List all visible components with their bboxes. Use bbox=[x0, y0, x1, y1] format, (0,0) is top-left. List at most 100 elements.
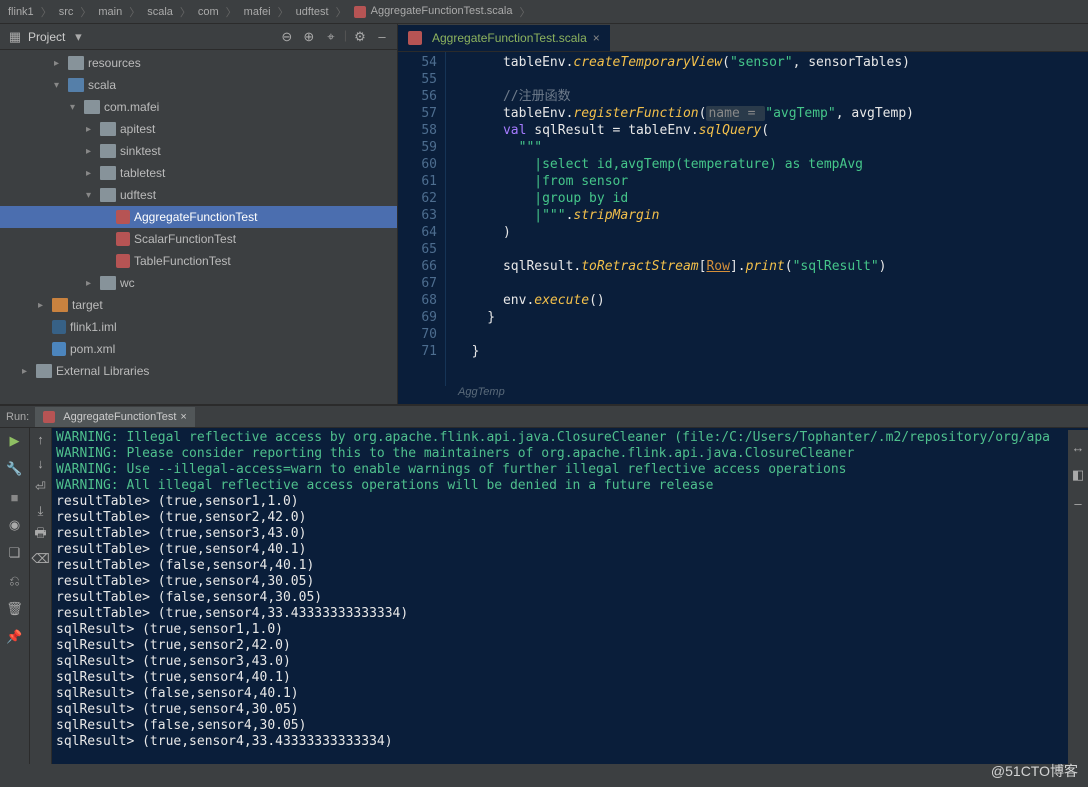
project-tree[interactable]: resourcesscalacom.mafeiapitestsinktestta… bbox=[0, 50, 397, 404]
breadcrumb-segment[interactable]: udftest bbox=[294, 6, 331, 18]
down-icon[interactable]: ↓ bbox=[32, 454, 50, 472]
tree-arrow-icon[interactable] bbox=[86, 168, 100, 179]
tree-item[interactable]: pom.xml bbox=[0, 338, 397, 360]
folder-icon bbox=[100, 276, 116, 290]
scala-file-icon bbox=[116, 210, 130, 224]
iml-file-icon bbox=[52, 320, 66, 334]
layout-icon[interactable]: ❏ bbox=[4, 542, 26, 564]
run-toolbar: ▶ 🔧 ■ ◉ ❏ ⎌ 🗑 📌 bbox=[0, 428, 30, 764]
editor-tab[interactable]: AggregateFunctionTest.scala × bbox=[398, 25, 610, 51]
tree-item[interactable]: ScalarFunctionTest bbox=[0, 228, 397, 250]
scroll-end-icon[interactable]: ⤓ bbox=[32, 502, 50, 520]
tree-item[interactable]: flink1.iml bbox=[0, 316, 397, 338]
folder-icon bbox=[68, 56, 84, 70]
tree-item[interactable]: tabletest bbox=[0, 162, 397, 184]
breadcrumb-segment[interactable]: AggregateFunctionTest.scala bbox=[352, 5, 515, 17]
console-line: WARNING: Use --illegal-access=warn to en… bbox=[56, 462, 1084, 478]
breadcrumb[interactable]: flink1〉src〉main〉scala〉com〉mafei〉udftest〉… bbox=[0, 0, 1088, 24]
folder-icon bbox=[36, 364, 52, 378]
tree-item-label: AggregateFunctionTest bbox=[134, 210, 257, 224]
scala-file-icon bbox=[43, 411, 55, 423]
chevron-down-icon[interactable]: ▾ bbox=[69, 28, 87, 46]
tree-arrow-icon[interactable] bbox=[22, 366, 36, 377]
clear-icon[interactable]: ⌫ bbox=[32, 550, 50, 568]
folder-icon bbox=[100, 188, 116, 202]
print-icon[interactable]: 🖶 bbox=[32, 526, 50, 544]
tree-arrow-icon[interactable] bbox=[54, 80, 68, 91]
console-output[interactable]: WARNING: Illegal reflective access by or… bbox=[52, 428, 1088, 764]
console-line: resultTable> (false,sensor4,40.1) bbox=[56, 558, 1084, 574]
tree-item[interactable]: resources bbox=[0, 52, 397, 74]
hide-icon[interactable]: – bbox=[1069, 494, 1087, 512]
breadcrumb-segment[interactable]: com bbox=[196, 6, 221, 18]
run-tab[interactable]: AggregateFunctionTest × bbox=[35, 407, 195, 427]
rerun-icon[interactable]: ▶ bbox=[4, 430, 26, 452]
tree-item-label: flink1.iml bbox=[70, 320, 117, 334]
tree-arrow-icon[interactable] bbox=[70, 102, 84, 113]
tree-arrow-icon[interactable] bbox=[86, 124, 100, 135]
soft-wrap-icon[interactable]: ⏎ bbox=[32, 478, 50, 496]
exit-icon[interactable]: ⎌ bbox=[4, 570, 26, 592]
camera-icon[interactable]: ◉ bbox=[4, 514, 26, 536]
dock-icon[interactable]: ◧ bbox=[1069, 466, 1087, 484]
console-line: sqlResult> (false,sensor4,40.1) bbox=[56, 686, 1084, 702]
breadcrumb-segment[interactable]: src bbox=[57, 6, 76, 18]
wrench-icon[interactable]: 🔧 bbox=[4, 458, 26, 480]
run-panel: Run: AggregateFunctionTest × ▶ 🔧 ■ ◉ ❏ ⎌… bbox=[0, 404, 1088, 764]
tree-item[interactable]: wc bbox=[0, 272, 397, 294]
tree-item[interactable]: udftest bbox=[0, 184, 397, 206]
tree-item-label: udftest bbox=[120, 188, 156, 202]
editor-area: AggregateFunctionTest.scala × 5455565758… bbox=[398, 24, 1088, 404]
stop-icon[interactable]: ■ bbox=[4, 486, 26, 508]
tree-item-label: target bbox=[72, 298, 103, 312]
tree-item-label: pom.xml bbox=[70, 342, 115, 356]
console-line: sqlResult> (true,sensor4,40.1) bbox=[56, 670, 1084, 686]
tree-item[interactable]: scala bbox=[0, 74, 397, 96]
tree-item[interactable]: apitest bbox=[0, 118, 397, 140]
close-icon[interactable]: × bbox=[593, 31, 600, 45]
code-view[interactable]: 545556575859606162636465666768697071 tab… bbox=[398, 52, 1088, 386]
tree-item[interactable]: sinktest bbox=[0, 140, 397, 162]
pin-icon[interactable]: 📌 bbox=[4, 626, 26, 648]
scala-file-icon bbox=[116, 232, 130, 246]
watermark: @51CTO博客 bbox=[991, 761, 1078, 781]
trash-icon[interactable]: 🗑 bbox=[4, 598, 26, 620]
tree-item-label: scala bbox=[88, 78, 116, 92]
console-line: WARNING: All illegal reflective access o… bbox=[56, 478, 1084, 494]
code-lines[interactable]: tableEnv.createTemporaryView("sensor", s… bbox=[446, 52, 1088, 386]
folder-icon bbox=[52, 298, 68, 312]
editor-tab-label: AggregateFunctionTest.scala bbox=[432, 31, 587, 45]
tree-arrow-icon[interactable] bbox=[86, 278, 100, 289]
tree-arrow-icon[interactable] bbox=[86, 146, 100, 157]
tree-arrow-icon[interactable] bbox=[38, 300, 52, 311]
tree-item[interactable]: AggregateFunctionTest bbox=[0, 206, 397, 228]
tree-arrow-icon[interactable] bbox=[86, 190, 100, 201]
console-line: resultTable> (true,sensor4,30.05) bbox=[56, 574, 1084, 590]
tree-item[interactable]: External Libraries bbox=[0, 360, 397, 382]
project-icon: ▦ bbox=[6, 28, 24, 46]
select-opened-icon[interactable]: ⌖ bbox=[322, 28, 340, 46]
breadcrumb-segment[interactable]: flink1 bbox=[6, 6, 36, 18]
collapse-all-icon[interactable]: ⊖ bbox=[278, 28, 296, 46]
breadcrumb-segment[interactable]: scala bbox=[145, 6, 175, 18]
gear-icon[interactable]: ⚙ bbox=[351, 28, 369, 46]
up-icon[interactable]: ↑ bbox=[32, 430, 50, 448]
scala-file-icon bbox=[408, 31, 422, 45]
tree-item[interactable]: TableFunctionTest bbox=[0, 250, 397, 272]
console-line: WARNING: Please consider reporting this … bbox=[56, 446, 1084, 462]
breadcrumb-segment[interactable]: mafei bbox=[242, 6, 273, 18]
close-icon[interactable]: × bbox=[180, 411, 186, 423]
hide-icon[interactable]: – bbox=[373, 28, 391, 46]
tree-item[interactable]: com.mafei bbox=[0, 96, 397, 118]
console-line: resultTable> (true,sensor2,42.0) bbox=[56, 510, 1084, 526]
tree-item-label: com.mafei bbox=[104, 100, 159, 114]
console-line: resultTable> (false,sensor4,30.05) bbox=[56, 590, 1084, 606]
tree-item[interactable]: target bbox=[0, 294, 397, 316]
console-line: resultTable> (true,sensor4,40.1) bbox=[56, 542, 1084, 558]
expand-icon[interactable]: ⊕ bbox=[300, 28, 318, 46]
tree-arrow-icon[interactable] bbox=[54, 58, 68, 69]
breadcrumb-segment[interactable]: main bbox=[96, 6, 124, 18]
layout-icon[interactable]: ↔ bbox=[1069, 438, 1087, 456]
console-line: resultTable> (true,sensor4,33.4333333333… bbox=[56, 606, 1084, 622]
right-tool-strip: ↔ ◧ – bbox=[1068, 430, 1088, 780]
